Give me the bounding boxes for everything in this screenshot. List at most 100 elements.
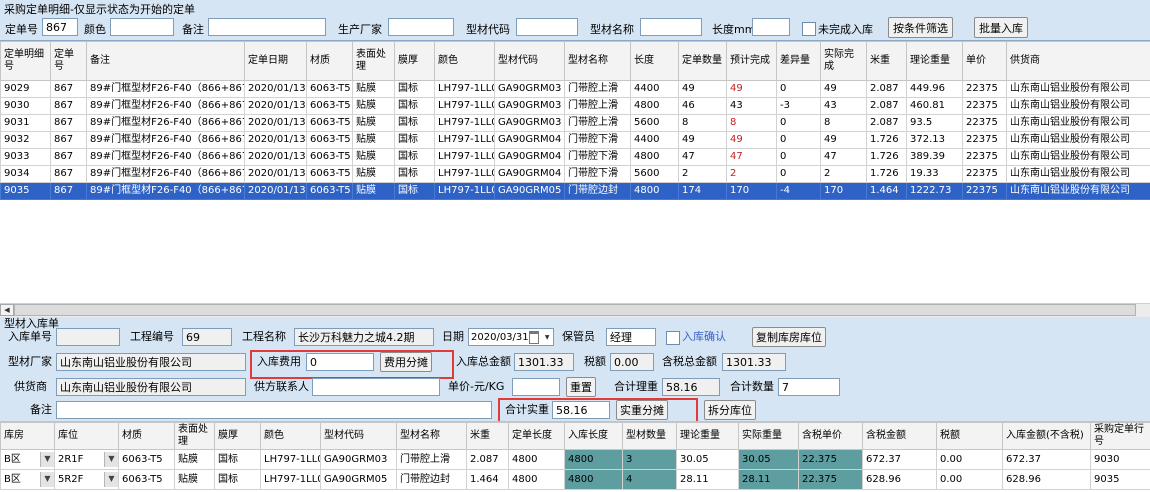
table-cell[interactable]: 8 xyxy=(679,115,727,132)
table-cell[interactable]: 4800 xyxy=(509,450,565,470)
keeper-input[interactable] xyxy=(606,328,656,346)
table-cell[interactable]: 山东南山铝业股份有限公司 xyxy=(1007,98,1150,115)
table-cell[interactable]: 门带腔上滑 xyxy=(397,450,467,470)
table-cell[interactable]: 89#门框型材F26-F40（866+867） xyxy=(87,149,245,166)
table-cell[interactable]: 9034 xyxy=(1,166,51,183)
table-cell[interactable]: 22.375 xyxy=(799,470,863,490)
inbound-remark-input[interactable] xyxy=(56,401,492,419)
table-cell[interactable]: 22375 xyxy=(963,115,1007,132)
table-cell[interactable]: 2 xyxy=(727,166,777,183)
table-cell[interactable]: 389.39 xyxy=(907,149,963,166)
table-cell[interactable]: 6063-T5 xyxy=(307,98,353,115)
table-row[interactable]: 903586789#门框型材F26-F40（866+867）2020/01/13… xyxy=(1,183,1150,200)
table-cell[interactable]: 6063-T5 xyxy=(307,166,353,183)
table-cell[interactable]: 1.464 xyxy=(867,183,907,200)
table-cell[interactable]: 门带腔下滑 xyxy=(565,149,631,166)
table-cell[interactable]: LH797-1LL0 xyxy=(435,183,495,200)
tax-total-input[interactable] xyxy=(722,353,786,371)
table-cell[interactable]: 6063-T5 xyxy=(307,149,353,166)
table-cell[interactable]: 867 xyxy=(51,115,87,132)
table-cell[interactable]: 2020/01/13 xyxy=(245,183,307,200)
table-cell[interactable]: 47 xyxy=(679,149,727,166)
table-cell[interactable]: GA90GRM03 xyxy=(495,98,565,115)
table-cell[interactable]: 8 xyxy=(821,115,867,132)
table-row[interactable]: 903086789#门框型材F26-F40（866+867）2020/01/13… xyxy=(1,98,1150,115)
table-cell[interactable]: 贴膜 xyxy=(353,183,395,200)
remark-input[interactable] xyxy=(208,18,326,36)
table-cell[interactable]: 170 xyxy=(821,183,867,200)
table-cell[interactable]: LH797-1LL0 xyxy=(435,132,495,149)
table-cell[interactable]: 4800 xyxy=(565,450,623,470)
table-cell[interactable]: 2020/01/13 xyxy=(245,81,307,98)
color-input[interactable] xyxy=(110,18,174,36)
fee-share-button[interactable]: 费用分摊 xyxy=(380,352,432,372)
table-cell[interactable]: 43 xyxy=(821,98,867,115)
table-cell[interactable]: 49 xyxy=(821,81,867,98)
table-cell[interactable]: 43 xyxy=(727,98,777,115)
chevron-down-icon[interactable]: ▼ xyxy=(40,452,54,467)
table-cell[interactable]: 30.05 xyxy=(739,450,799,470)
table-cell[interactable]: 0.00 xyxy=(937,450,1003,470)
table-cell[interactable]: 4800 xyxy=(631,98,679,115)
table-cell[interactable]: LH797-1LL0 xyxy=(435,149,495,166)
table-cell[interactable]: 9031 xyxy=(1,115,51,132)
table-cell[interactable]: 47 xyxy=(821,149,867,166)
table-cell[interactable]: GA90GRM03 xyxy=(495,115,565,132)
table-cell[interactable]: 867 xyxy=(51,81,87,98)
unit-price-input[interactable] xyxy=(512,378,560,396)
table-cell[interactable]: 22375 xyxy=(963,132,1007,149)
theory-weight-input[interactable] xyxy=(662,378,720,396)
table-cell[interactable]: GA90GRM05 xyxy=(495,183,565,200)
table-cell[interactable]: 0 xyxy=(777,149,821,166)
table-cell[interactable]: 93.5 xyxy=(907,115,963,132)
table-cell[interactable]: 2020/01/13 xyxy=(245,166,307,183)
table-cell[interactable]: 3 xyxy=(623,450,677,470)
table-cell[interactable]: 9030 xyxy=(1,98,51,115)
table-cell[interactable]: 2 xyxy=(821,166,867,183)
table-cell[interactable]: 4400 xyxy=(631,132,679,149)
table-cell[interactable]: GA90GRM04 xyxy=(495,132,565,149)
table-cell[interactable]: 47 xyxy=(727,149,777,166)
table-cell[interactable]: 国标 xyxy=(395,166,435,183)
actual-weight-input[interactable] xyxy=(552,401,610,419)
table-cell[interactable]: 0 xyxy=(777,81,821,98)
table-cell[interactable]: 国标 xyxy=(395,115,435,132)
table-cell[interactable]: GA90GRM04 xyxy=(495,149,565,166)
supplier-input[interactable] xyxy=(56,378,246,396)
table-cell[interactable]: 山东南山铝业股份有限公司 xyxy=(1007,149,1150,166)
fee-input[interactable] xyxy=(306,353,374,371)
table-cell[interactable]: 贴膜 xyxy=(353,149,395,166)
project-name-input[interactable] xyxy=(294,328,434,346)
table-cell[interactable]: GA90GRM05 xyxy=(321,470,397,490)
table-row[interactable]: 903186789#门框型材F26-F40（866+867）2020/01/13… xyxy=(1,115,1150,132)
table-cell[interactable]: 89#门框型材F26-F40（866+867） xyxy=(87,81,245,98)
table-cell[interactable]: 国标 xyxy=(395,98,435,115)
total-qty-input[interactable] xyxy=(778,378,840,396)
table-cell[interactable]: 9030 xyxy=(1091,450,1150,470)
order-no-input[interactable] xyxy=(42,18,78,36)
tax-input[interactable] xyxy=(610,353,654,371)
table-cell[interactable]: 1222.73 xyxy=(907,183,963,200)
table-cell[interactable]: 49 xyxy=(679,81,727,98)
table-cell[interactable]: 贴膜 xyxy=(353,115,395,132)
table-cell[interactable]: 22375 xyxy=(963,81,1007,98)
table-cell[interactable]: 门带腔边封 xyxy=(565,183,631,200)
inbound-confirm-checkbox[interactable] xyxy=(666,331,680,345)
table-cell[interactable]: 6063-T5 xyxy=(119,470,175,490)
table-cell[interactable]: 0 xyxy=(777,132,821,149)
copy-location-button[interactable]: 复制库房库位 xyxy=(752,327,826,347)
table-cell[interactable]: LH797-1LL0 xyxy=(435,81,495,98)
table-cell[interactable]: 2020/01/13 xyxy=(245,115,307,132)
profile-code-input[interactable] xyxy=(516,18,578,36)
table-cell[interactable]: 170 xyxy=(727,183,777,200)
table-cell[interactable]: 49 xyxy=(679,132,727,149)
table-cell[interactable]: 89#门框型材F26-F40（866+867） xyxy=(87,166,245,183)
table-row[interactable]: 902986789#门框型材F26-F40（866+867）2020/01/13… xyxy=(1,81,1150,98)
table-cell[interactable]: 2.087 xyxy=(867,115,907,132)
table-cell[interactable]: 22375 xyxy=(963,183,1007,200)
table-cell[interactable]: 4 xyxy=(623,470,677,490)
table-cell[interactable]: 2.087 xyxy=(867,98,907,115)
chevron-down-icon[interactable]: ▼ xyxy=(104,452,118,467)
unfinished-checkbox[interactable] xyxy=(802,22,816,36)
table-cell[interactable]: 2.087 xyxy=(867,81,907,98)
